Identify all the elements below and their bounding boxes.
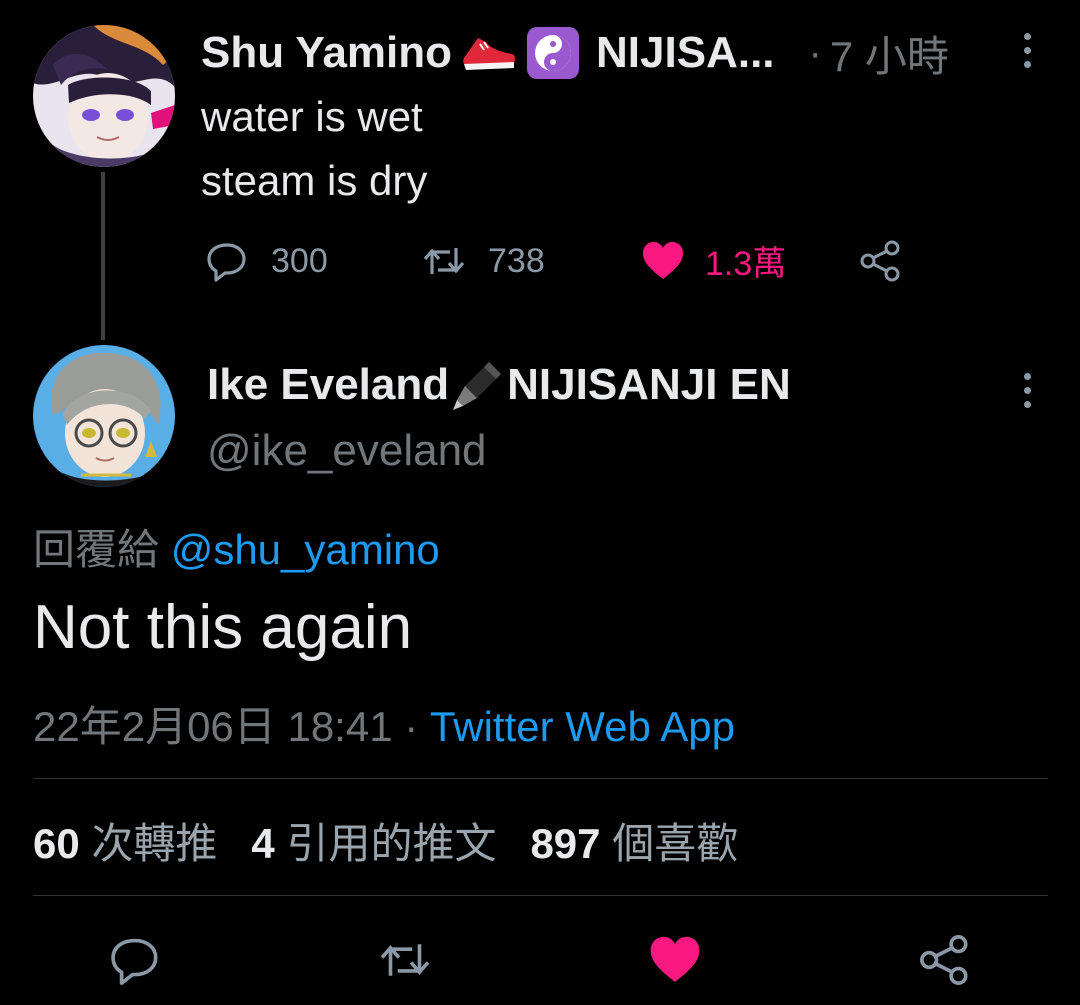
ike-org: NIJISANJI EN xyxy=(507,360,791,409)
shu-org: NIJISA... xyxy=(596,28,775,77)
retweets-stat-number: 60 xyxy=(33,820,80,867)
shu-tweet-text: water is wet steam is dry xyxy=(201,85,427,213)
shu-reply-action[interactable]: 300 xyxy=(204,238,328,284)
likes-stat[interactable]: 897 個喜歡 xyxy=(530,810,738,871)
retweet-icon xyxy=(420,238,468,284)
quotes-stat-number: 4 xyxy=(251,820,275,867)
shu-display-name[interactable]: Shu Yamino xyxy=(201,28,452,78)
likes-stat-label: 個喜歡 xyxy=(612,820,739,867)
shu-time-separator: · xyxy=(808,30,822,75)
tweet-stats: 60 次轉推 4 引用的推文 897 個喜歡 xyxy=(33,810,738,871)
share-icon xyxy=(858,238,904,284)
retweets-stat-label: 次轉推 xyxy=(91,820,218,867)
shu-time[interactable]: 7 小時 xyxy=(830,23,949,84)
bottom-retweet-button[interactable] xyxy=(376,932,434,993)
heart-filled-icon xyxy=(640,238,686,284)
retweets-stat[interactable]: 60 次轉推 xyxy=(33,810,217,871)
fountain-pen-emoji-icon xyxy=(449,356,507,414)
shu-like-count: 1.3萬 xyxy=(705,245,787,283)
tweet-source-link[interactable]: Twitter Web App xyxy=(430,703,735,750)
ike-handle[interactable]: @ike_eveland xyxy=(207,426,487,476)
shu-like-action[interactable]: 1.3萬 xyxy=(640,236,786,285)
divider-bottom xyxy=(33,895,1048,896)
shu-tweet-line2: steam is dry xyxy=(201,157,428,204)
sneaker-emoji-icon xyxy=(460,28,518,78)
tweet-meta: 22年2月06日 18:41 · Twitter Web App xyxy=(33,693,735,754)
thread-line xyxy=(101,172,105,340)
ike-header: Ike Eveland NIJISANJI EN xyxy=(207,356,791,414)
shu-retweet-action[interactable]: 738 xyxy=(420,238,545,284)
shu-tweet-line1: water is wet xyxy=(201,93,423,140)
reply-prefix: 回覆給 xyxy=(33,526,160,573)
bottom-share-button[interactable] xyxy=(917,932,973,993)
ike-more-icon[interactable] xyxy=(1022,373,1032,408)
reply-icon xyxy=(204,238,250,284)
meta-separator: · xyxy=(404,703,430,750)
likes-stat-number: 897 xyxy=(530,820,601,867)
heart-filled-icon xyxy=(650,936,700,982)
quotes-stat[interactable]: 4 引用的推文 xyxy=(251,810,496,871)
reply-mention-link[interactable]: @shu_yamino xyxy=(171,526,440,573)
shu-more-icon[interactable] xyxy=(1022,33,1032,68)
divider-top xyxy=(33,778,1048,779)
yin-yang-emoji-icon xyxy=(526,26,580,80)
ike-avatar[interactable] xyxy=(33,345,175,487)
reply-icon xyxy=(111,938,158,985)
bottom-like-button[interactable] xyxy=(647,932,703,993)
bottom-reply-button[interactable] xyxy=(107,932,163,993)
ike-display-name[interactable]: Ike Eveland xyxy=(207,360,449,410)
shu-header: Shu Yamino NIJISA... · 7 小時 xyxy=(201,24,949,82)
shu-share-action[interactable] xyxy=(858,238,904,284)
quotes-stat-label: 引用的推文 xyxy=(286,820,497,867)
shu-avatar[interactable] xyxy=(33,25,175,167)
main-tweet-text: Not this again xyxy=(33,593,413,662)
tweet-timestamp[interactable]: 22年2月06日 18:41 xyxy=(33,703,393,750)
shu-retweet-count: 738 xyxy=(488,241,545,280)
retweet-icon xyxy=(380,944,430,976)
share-icon xyxy=(920,935,968,985)
reply-context: 回覆給 @shu_yamino xyxy=(33,516,440,577)
shu-reply-count: 300 xyxy=(271,241,328,280)
